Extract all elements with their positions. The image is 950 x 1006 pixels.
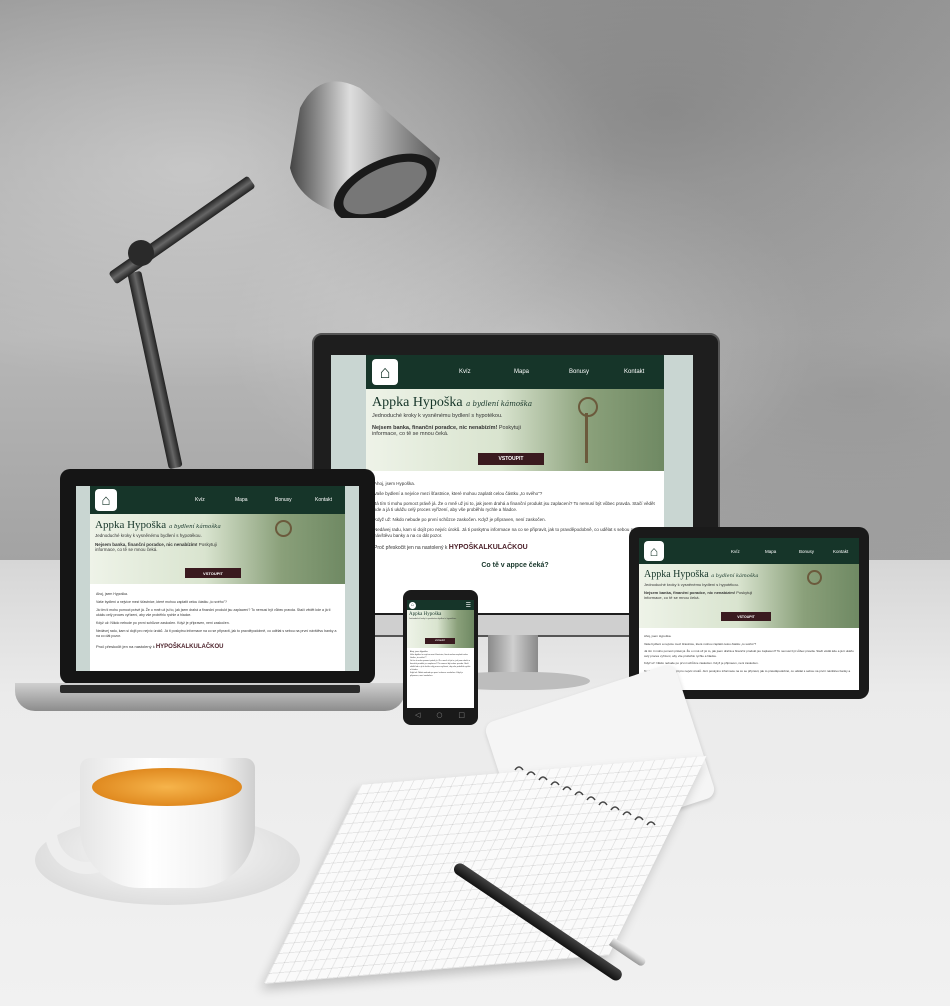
laptop-site: ⌂ Kvíz Mapa Bonusy Kontakt Appka Hypoška… <box>76 486 359 671</box>
vstoupit-button[interactable]: VSTOUPIT <box>721 612 771 621</box>
vstoupit-button[interactable]: VSTOUPIT <box>425 638 455 644</box>
paragraph-3: Když už: Nikdo nebude po první schůzce z… <box>410 672 463 677</box>
greeting: Ahoj, jsem Hypoška. <box>96 592 128 596</box>
recent-icon[interactable]: □ <box>458 711 465 719</box>
paragraph-4: Nedávej radu, kam si dojít pro nejvíc úr… <box>96 629 337 638</box>
calc-line: Proč přeskočit jen na nastolený k HYPOŠK… <box>374 544 528 551</box>
paragraph-3: Když už: Nikdo nebude po první schůzce z… <box>644 661 759 665</box>
paragraph-3: Když už: Nikdo nebude po první schůzce z… <box>374 517 546 522</box>
back-icon[interactable]: ◁ <box>415 711 420 719</box>
site-hero-text: Nejsem banka, finanční poradce, nic nena… <box>95 542 217 552</box>
calc-link[interactable]: HYPOŠKALKULAČKOU <box>449 544 528 551</box>
tablet-nav: ⌂ Kvíz Mapa Bonusy Kontakt <box>639 538 859 564</box>
lamp-joint <box>128 240 154 266</box>
paragraph-2: Já tím ti mohu pomoct právě já. Že o mně… <box>96 608 331 617</box>
site-hero-text: Nejsem banka, finanční poradce, nic nena… <box>644 590 753 600</box>
calc-line: Proč přeskočit jen na nastolený k HYPOŠK… <box>96 644 224 650</box>
nav-kviz[interactable]: Kvíz <box>731 549 765 554</box>
site-title: Appka Hypoška <box>409 612 442 617</box>
laptop-nav: ⌂ Kvíz Mapa Bonusy Kontakt <box>90 486 345 514</box>
nav-bonusy[interactable]: Bonusy <box>569 369 624 375</box>
tablet-hero: Appka Hypoška a bydlení kámoška Jednoduc… <box>639 564 859 628</box>
logo-icon[interactable]: ⌂ <box>95 489 117 511</box>
notebook-spiral <box>514 766 656 826</box>
monitor-body: Ahoj, jsem Hypoška. Vaše bydlení a nejví… <box>366 471 664 579</box>
greeting: Ahoj, jsem Hypoška. <box>374 481 416 486</box>
calc-link[interactable]: HYPOŠKALKULAČKOU <box>156 644 224 650</box>
hamburger-menu-icon[interactable]: ☰ <box>466 602 471 609</box>
vstoupit-button[interactable]: VSTOUPIT <box>478 453 544 465</box>
paragraph-1: Vaše bydlení a nejvíce mezi šťastnice, k… <box>374 491 543 496</box>
nav-mapa[interactable]: Mapa <box>235 497 275 503</box>
laptop-body: Ahoj, jsem Hypoška. Vaše bydlení a nejví… <box>90 584 345 658</box>
paragraph-2: Já tím ti mohu pomoct právě já. Že o mně… <box>374 501 655 512</box>
nav-kontakt[interactable]: Kontakt <box>624 369 664 375</box>
paragraph-2: Já tím ti mohu pomoct právě já. Že o mně… <box>410 660 471 671</box>
site-title: Appka Hypoška a bydlení kámoška <box>372 395 533 410</box>
vstoupit-button[interactable]: VSTOUPIT <box>185 568 241 578</box>
coffee <box>92 768 242 806</box>
nav-kviz[interactable]: Kvíz <box>459 369 514 375</box>
nav-bonusy[interactable]: Bonusy <box>799 549 833 554</box>
nav-mapa[interactable]: Mapa <box>765 549 799 554</box>
paragraph-4: Nedávej radu, kam si dojít pro nejvíc úr… <box>374 527 647 538</box>
section-heading: Co tě v appce čeká? <box>481 562 549 569</box>
phone-nav: ⌂ ☰ <box>407 600 474 610</box>
paragraph-1: Vaše bydlení a nejvíce mezi šťastnice, k… <box>96 600 227 604</box>
home-icon[interactable]: ○ <box>436 711 442 719</box>
logo-icon[interactable]: ⌂ <box>372 359 398 385</box>
monitor-stand <box>488 635 538 675</box>
logo-icon[interactable]: ⌂ <box>409 601 416 609</box>
phone-nav-buttons: ◁ ○ □ <box>415 711 465 719</box>
paragraph-3: Když už: Nikdo nebude po první schůzce z… <box>96 621 230 625</box>
nav-bonusy[interactable]: Bonusy <box>275 497 315 503</box>
phone-body: Ahoj, jsem Hypoška. Vaše bydlení a nejví… <box>407 648 474 681</box>
lamp-head <box>290 81 440 218</box>
site-intro: Jednoduché kroky k vysněnému bydlení s h… <box>644 582 739 587</box>
monitor-hero: Appka Hypoška a bydlení kámoška Jednoduc… <box>366 389 664 471</box>
logo-icon[interactable]: ⌂ <box>644 541 664 561</box>
site-intro: Jednoduché kroky k vysněnému bydlení s h… <box>372 413 503 419</box>
greeting: Ahoj, jsem Hypoška. <box>644 634 672 638</box>
site-intro: Jednoduché kroky k vysněnému bydlení s h… <box>409 618 457 620</box>
key-shaft <box>585 413 588 463</box>
phone-hero: Appka Hypoška Jednoduché kroky k vysněné… <box>407 610 474 648</box>
site-intro: Jednoduché kroky k vysněnému bydlení s h… <box>95 533 202 538</box>
key-icon <box>578 397 598 417</box>
site-hero-text: Nejsem banka, finanční poradce, nic nena… <box>372 425 521 437</box>
key-icon <box>275 520 292 537</box>
site-title: Appka Hypoška a bydlení kámoška <box>95 519 221 531</box>
nav-kviz[interactable]: Kvíz <box>195 497 235 503</box>
phone-site: ⌂ ☰ Appka Hypoška Jednoduché kroky k vys… <box>407 600 474 708</box>
monitor-nav: ⌂ Kvíz Mapa Bonusy Kontakt <box>366 355 664 389</box>
nav-kontakt[interactable]: Kontakt <box>833 549 859 554</box>
nav-mapa[interactable]: Mapa <box>514 369 569 375</box>
paragraph-2: Já tím ti mohu pomoct právě já. Že o mně… <box>644 649 854 658</box>
laptop-hero: Appka Hypoška a bydlení kámoška Jednoduc… <box>90 514 345 584</box>
site-title: Appka Hypoška a bydlení kámoška <box>644 569 759 580</box>
paragraph-1: Vaše bydlení a nejvíce mezi šťastnice, k… <box>644 641 757 646</box>
laptop-keyboard <box>60 685 360 693</box>
nav-kontakt[interactable]: Kontakt <box>315 497 345 503</box>
key-icon <box>807 570 822 585</box>
